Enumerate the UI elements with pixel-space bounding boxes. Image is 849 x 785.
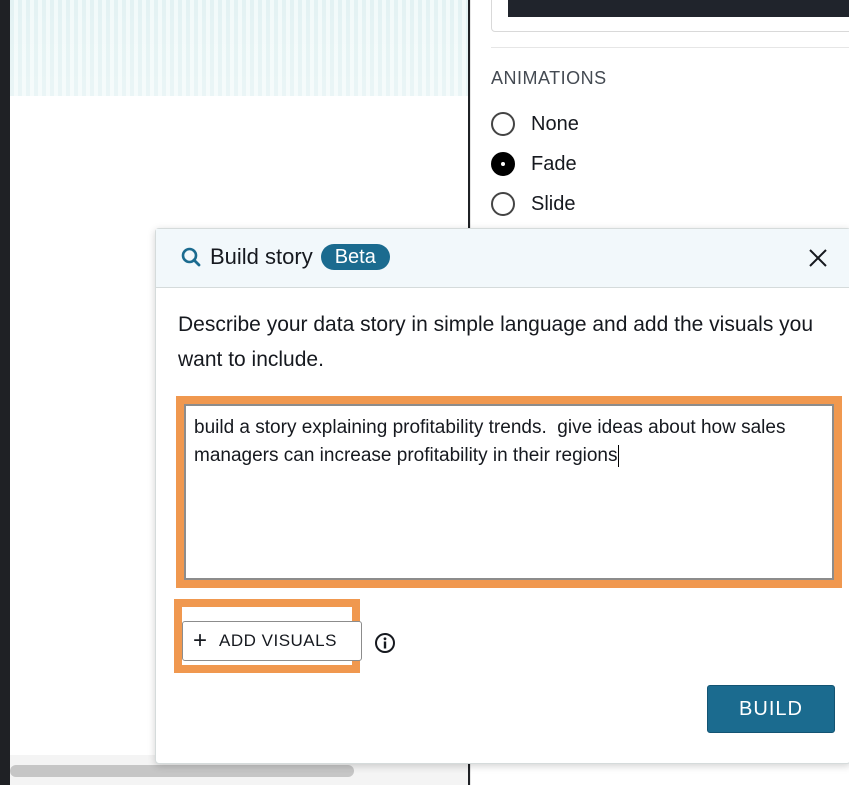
visual-preview-strip [10, 0, 468, 96]
radio-label-none: None [531, 112, 579, 135]
radio-none[interactable] [491, 112, 515, 136]
radio-slide[interactable] [491, 192, 515, 216]
radio-label-slide: Slide [531, 192, 576, 215]
radio-option-slide[interactable]: Slide [491, 192, 575, 216]
close-icon[interactable] [806, 246, 830, 270]
animations-title: ANIMATIONS [491, 68, 607, 88]
text-caret [617, 444, 619, 467]
build-button[interactable]: BUILD [707, 685, 835, 733]
theme-preview-image [508, 0, 849, 17]
dialog-title-group: Build story Beta [180, 244, 390, 270]
radio-label-fade: Fade [531, 152, 577, 175]
story-prompt-text: build a story explaining profitability t… [194, 417, 791, 466]
radio-option-none[interactable]: None [491, 112, 579, 136]
build-story-dialog: Build story Beta Describe your data stor… [155, 228, 849, 764]
add-visuals-label: ADD VISUALS [219, 631, 337, 650]
theme-preview[interactable] [491, 0, 849, 32]
search-icon [181, 247, 201, 267]
dialog-header: Build story Beta [156, 229, 849, 288]
scrollbar-thumb[interactable] [10, 765, 354, 777]
dialog-title: Build story [210, 244, 313, 269]
info-icon[interactable] [374, 632, 396, 654]
plus-icon: + [193, 627, 208, 654]
add-visuals-button[interactable]: + ADD VISUALS [182, 621, 362, 661]
prompt-highlight: build a story explaining profitability t… [176, 396, 842, 588]
beta-badge: Beta [320, 244, 390, 270]
radio-fade[interactable] [491, 152, 515, 176]
radio-option-fade[interactable]: Fade [491, 152, 577, 176]
divider [491, 47, 849, 48]
story-prompt-input[interactable]: build a story explaining profitability t… [184, 404, 834, 580]
dialog-description: Describe your data story in simple langu… [178, 313, 814, 371]
